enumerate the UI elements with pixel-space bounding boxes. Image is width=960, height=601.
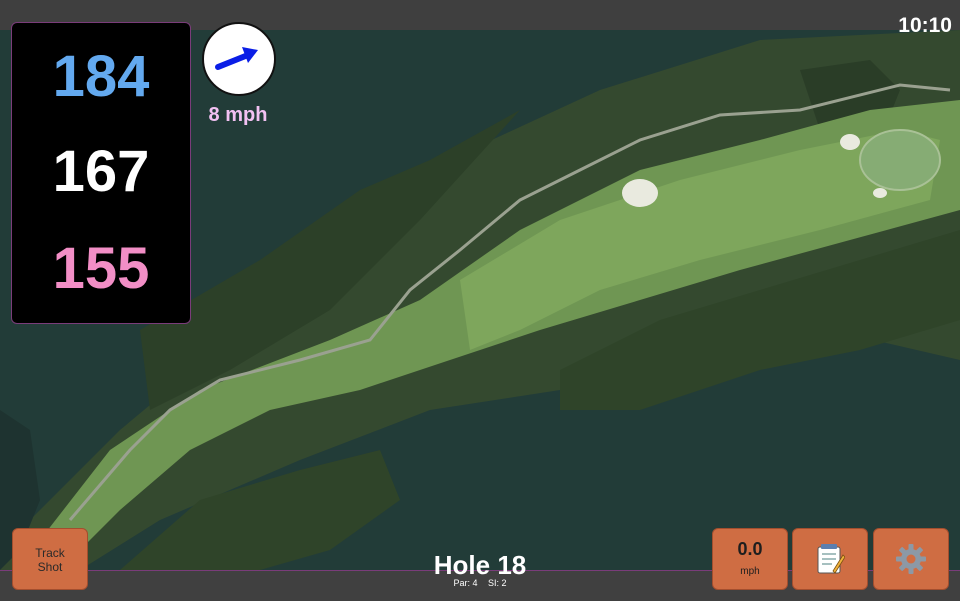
front-distance: 155 xyxy=(52,236,150,301)
wind-speed-label: 8 mph xyxy=(208,104,268,126)
gear-icon xyxy=(896,544,926,574)
track-shot-button[interactable]: Track Shot xyxy=(12,528,88,590)
track-shot-label-line2: Shot xyxy=(37,560,63,574)
settings-button[interactable] xyxy=(873,528,949,590)
clock: 10:10 xyxy=(898,14,952,37)
back-distance: 184 xyxy=(52,44,150,109)
speed-value: 0.0 xyxy=(737,539,763,559)
distance-panel: 184 167 155 xyxy=(11,22,191,324)
notes-button[interactable] xyxy=(792,528,868,590)
middle-distance: 167 xyxy=(52,139,150,204)
track-shot-label-line1: Track xyxy=(35,546,65,560)
hole-stroke-index: SI: 2 xyxy=(488,578,507,588)
speed-unit: mph xyxy=(740,566,760,577)
wind-direction-indicator xyxy=(202,22,276,96)
speed-button[interactable]: 0.0 mph xyxy=(712,528,788,590)
notepad-icon xyxy=(817,544,845,574)
hole-title: Hole 18 xyxy=(433,550,527,580)
hole-par: Par: 4 xyxy=(453,578,478,588)
wind-direction-arrow-icon xyxy=(215,47,258,70)
hole-info: Par: 4 SI: 2 xyxy=(400,578,560,588)
